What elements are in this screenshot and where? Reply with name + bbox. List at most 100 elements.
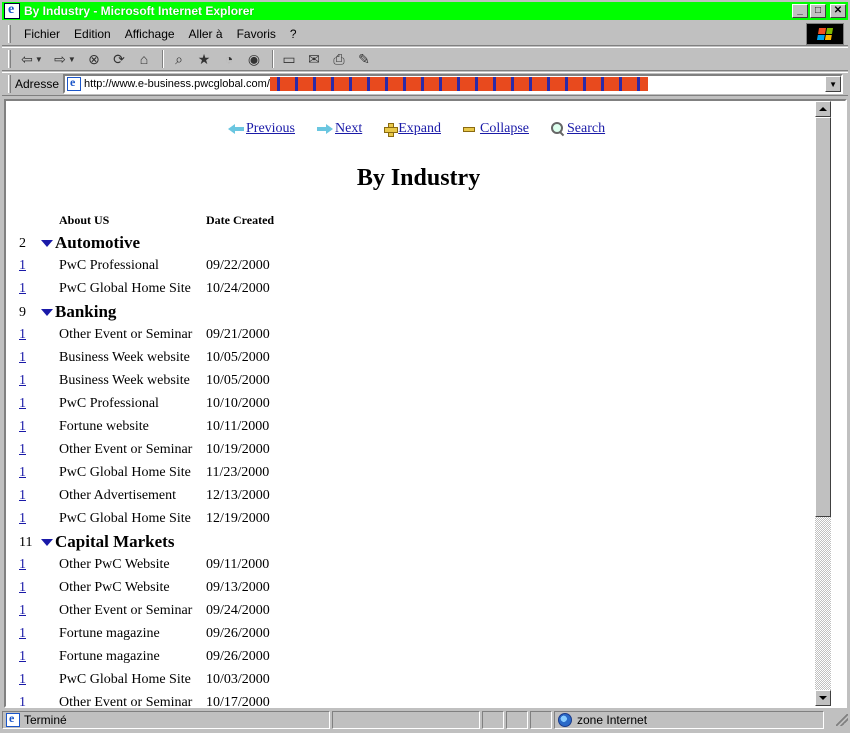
scroll-thumb[interactable] [815,117,831,517]
source-cell: Other Advertisement [59,488,177,503]
document-count-link[interactable]: 1 [19,350,26,366]
history-icon: ◔ [224,51,234,67]
minimize-button[interactable]: _ [792,4,808,18]
expand-link[interactable]: Expand [384,121,441,137]
vertical-scrollbar[interactable] [815,101,831,706]
source-cell: PwC Global Home Site [59,281,191,296]
date-cell: 10/10/2000 [206,396,270,411]
chevron-down-icon: ▼ [829,79,837,89]
home-button[interactable]: ⌂ [133,49,155,69]
date-cell: 10/05/2000 [206,350,270,365]
refresh-button[interactable]: ⟳ [108,49,130,69]
date-cell: 10/11/2000 [206,419,270,434]
close-button[interactable]: ✕ [830,4,846,18]
arrow-left-icon [228,124,244,134]
previous-link[interactable]: Previous [228,121,295,137]
document-count-link[interactable]: 1 [19,396,26,412]
date-cell: 09/11/2000 [206,557,270,572]
menu-fichier[interactable]: Fichier [17,27,67,41]
date-cell: 09/22/2000 [206,258,270,273]
menu-edition[interactable]: Edition [67,27,118,41]
chevron-down-icon: ▼ [34,54,43,64]
address-bar: Adresse http://www.e-business.pwcglobal.… [2,72,848,96]
document-row: 1 Fortune magazine 09/26/2000 [6,624,406,646]
ie-app-icon[interactable] [4,2,20,19]
address-grip[interactable] [8,75,11,93]
page-title: By Industry [356,165,481,191]
globe-icon [558,713,572,727]
page-viewport: Previous Next Expand Collapse Search By … [4,99,847,708]
menu-grip[interactable] [8,24,11,43]
window-title: By Industry - Microsoft Internet Explore… [24,4,255,18]
search-link[interactable]: Search [550,121,606,137]
scroll-up-button[interactable] [815,101,831,117]
address-dropdown-button[interactable]: ▼ [825,76,842,92]
group-name: Capital Markets [55,532,175,551]
back-button[interactable]: ⇦ ▼ [17,49,47,69]
maximize-button[interactable]: □ [810,4,826,18]
search-button[interactable]: ⌕ [168,49,190,69]
date-cell: 09/26/2000 [206,649,270,664]
history-button[interactable]: ◔ [218,49,240,69]
date-cell: 10/17/2000 [206,695,270,706]
scroll-down-button[interactable] [815,690,831,706]
stop-icon: ⊗ [88,50,100,67]
document-row: 1 PwC Global Home Site 12/19/2000 [6,509,406,531]
group-count: 11 [19,535,33,550]
menu-aller-a[interactable]: Aller à [182,27,230,41]
favorites-button[interactable]: ★ [193,49,215,69]
document-count-link[interactable]: 1 [19,557,26,573]
collapse-triangle-icon[interactable] [41,539,53,546]
collapse-triangle-icon[interactable] [41,309,53,316]
document-count-link[interactable]: 1 [19,442,26,458]
group-name: Automotive [55,233,140,252]
address-field[interactable]: http://www.e-business.pwcglobal.com/ ▼ [63,74,844,94]
document-count-link[interactable]: 1 [19,603,26,619]
document-count-link[interactable]: 1 [19,419,26,435]
document-count-link[interactable]: 1 [19,373,26,389]
menu-help[interactable]: ? [283,27,304,41]
document-count-link[interactable]: 1 [19,580,26,596]
document-count-link[interactable]: 1 [19,281,26,297]
next-link[interactable]: Next [317,121,362,137]
forward-button[interactable]: ⇨ ▼ [50,49,80,69]
standard-toolbar: ⇦ ▼ ⇨ ▼ ⊗ ⟳ ⌂ ⌕ ★ ◔ ◉ ▭ ✉ ⎙ ✎ [2,47,848,71]
document-count-link[interactable]: 1 [19,327,26,343]
date-cell: 12/13/2000 [206,488,270,503]
group-name: Banking [55,302,117,321]
redacted-url-segment [269,77,648,91]
mail-button[interactable]: ✉ [303,49,325,69]
home-icon: ⌂ [139,51,149,67]
address-url[interactable]: http://www.e-business.pwcglobal.com/ [84,78,270,90]
date-cell: 10/03/2000 [206,672,270,687]
group-count: 9 [19,305,26,320]
column-header-about-us: About US [59,213,110,227]
document-count-link[interactable]: 1 [19,511,26,527]
collapse-link[interactable]: Collapse [462,121,529,137]
resize-grip[interactable] [836,714,848,726]
document-count-link[interactable]: 1 [19,465,26,481]
menu-favoris[interactable]: Favoris [230,27,283,41]
edit-button[interactable]: ✎ [353,49,375,69]
search-label: Search [566,121,606,136]
document-count-link[interactable]: 1 [19,649,26,665]
channels-button[interactable]: ◉ [243,49,265,69]
document-count-link[interactable]: 1 [19,672,26,688]
next-label: Next [335,121,363,136]
group-count: 2 [19,236,26,251]
toolbar-grip[interactable] [8,50,11,68]
stop-button[interactable]: ⊗ [83,49,105,69]
document-count-link[interactable]: 1 [19,626,26,642]
document-count-link[interactable]: 1 [19,695,26,706]
status-panel [332,711,480,729]
address-label: Adresse [15,77,60,91]
search-icon: ⌕ [175,50,183,67]
menu-affichage[interactable]: Affichage [118,27,182,41]
collapse-triangle-icon[interactable] [41,240,53,247]
document-count-link[interactable]: 1 [19,258,26,274]
document-count-link[interactable]: 1 [19,488,26,504]
fullscreen-button[interactable]: ▭ [278,49,300,69]
document-row: 1 Other Event or Seminar 10/17/2000 [6,693,406,706]
arrow-right-icon [317,124,333,134]
print-button[interactable]: ⎙ [328,49,350,69]
